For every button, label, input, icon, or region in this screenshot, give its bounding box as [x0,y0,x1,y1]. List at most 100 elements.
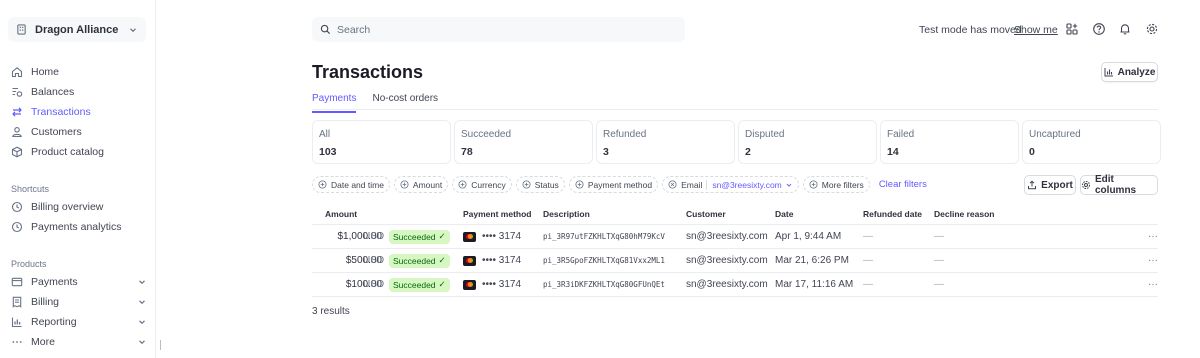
gear-icon[interactable] [1145,22,1159,36]
history-icon [11,221,23,233]
analyze-button[interactable]: Analyze [1101,62,1158,82]
product-label: More [31,336,55,348]
filter-label: Currency [471,179,506,190]
filter-status[interactable]: Status [515,176,565,193]
payment-description: pi_3R3iDKFZKHLTXqG80GFUnQEt [543,280,665,289]
tabs-divider [312,109,1158,110]
product-more[interactable]: More [11,332,147,352]
customer-email[interactable]: sn@3reesixty.com [686,255,768,266]
column-header-payment-method[interactable]: Payment method [463,209,532,219]
column-header-date[interactable]: Date [775,209,793,219]
customers-icon [11,126,23,138]
status-card-disputed[interactable]: Disputed 2 [738,120,877,164]
table-row[interactable]: $100.00 USD Succeeded ✓ •••• 3174 pi_3R3i… [312,273,1158,297]
column-header-amount[interactable]: Amount [325,209,357,219]
shortcut-billing-overview[interactable]: Billing overview [11,197,147,217]
mastercard-icon [463,231,476,242]
filter-amount[interactable]: Amount [393,176,449,193]
status-card-count: 2 [745,146,751,158]
product-payments[interactable]: Payments [11,272,147,292]
column-header-description[interactable]: Description [543,209,590,219]
search-bar[interactable] [312,17,685,42]
tab-payments[interactable]: Payments [312,93,357,113]
checkmark-icon: ✓ [438,255,446,265]
payment-date: Mar 21, 6:26 PM [775,255,849,266]
status-card-uncaptured[interactable]: Uncaptured 0 [1022,120,1161,164]
decline-reason: — [934,255,944,266]
column-header-decline-reason[interactable]: Decline reason [934,209,994,219]
card-last4: •••• 3174 [482,231,522,242]
sidebar: Dragon Alliance Home Balances Transactio… [0,0,156,358]
nav-item-balances[interactable]: Balances [11,82,147,102]
customer-email[interactable]: sn@3reesixty.com [686,279,768,290]
nav-item-transactions[interactable]: Transactions [11,102,147,122]
mastercard-icon [463,255,476,266]
nav-item-customers[interactable]: Customers [11,122,147,142]
help-icon[interactable] [1092,22,1106,36]
nav-item-label: Balances [31,86,75,98]
analyze-label: Analyze [1117,66,1156,78]
nav-item-product-catalog[interactable]: Product catalog [11,142,147,162]
row-actions-icon[interactable]: ··· [1148,255,1158,266]
account-switcher[interactable]: Dragon Alliance [8,17,146,42]
more-icon [11,336,23,348]
status-cards: All 103 Succeeded 78 Refunded 3 Disputed 2 F… [312,120,1161,164]
apps-icon[interactable] [1065,22,1079,36]
customer-email[interactable]: sn@3reesixty.com [686,231,768,242]
column-header-customer[interactable]: Customer [686,209,726,219]
edit-columns-button[interactable]: Edit columns [1080,174,1158,196]
shortcuts-heading: Shortcuts [11,184,50,194]
product-billing[interactable]: Billing [11,292,147,312]
mastercard-icon [463,279,476,290]
plus-circle-icon [575,180,584,189]
status-badge-label: Succeeded [393,255,436,266]
filter-email[interactable]: Email sn@3reesixty.com [662,176,799,193]
status-card-failed[interactable]: Failed 14 [880,120,1019,164]
status-card-label: Uncaptured [1029,129,1081,140]
table-row[interactable]: $1,000.00 USD Succeeded ✓ •••• 3174 pi_3R… [312,225,1158,249]
product-reporting[interactable]: Reporting [11,312,147,332]
status-card-label: Refunded [603,129,647,140]
row-actions-icon[interactable]: ··· [1148,231,1158,242]
status-card-succeeded[interactable]: Succeeded 78 [454,120,593,164]
refunded-date: — [863,231,873,242]
shortcut-label: Billing overview [31,201,104,213]
bell-icon[interactable] [1118,22,1132,36]
balances-icon [11,86,23,98]
status-card-all[interactable]: All 103 [312,120,451,164]
building-icon [16,24,27,35]
status-card-refunded[interactable]: Refunded 3 [596,120,735,164]
filter-more-filters[interactable]: More filters [802,176,870,193]
payment-method: •••• 3174 [463,255,521,266]
status-card-count: 14 [887,146,899,158]
filter-date-and-time[interactable]: Date and time [312,176,390,193]
tab-no-cost-orders[interactable]: No-cost orders [372,93,438,113]
filter-label: Date and time [331,179,384,190]
currency-code: USD [363,231,385,242]
column-header-refunded-date[interactable]: Refunded date [863,209,922,219]
search-input[interactable] [337,23,657,36]
currency-code: USD [363,279,385,290]
transactions-table: Amount Payment method Description Custom… [312,204,1158,297]
status-badge-label: Succeeded [393,231,436,242]
clear-filters-link[interactable]: Clear filters [879,179,927,190]
remove-circle-icon[interactable] [668,180,677,189]
filter-label: Payment method [587,179,653,190]
filter-payment-method[interactable]: Payment method [568,176,659,193]
table-row[interactable]: $500.00 USD Succeeded ✓ •••• 3174 pi_3R5G… [312,249,1158,273]
filter-currency[interactable]: Currency [452,176,512,193]
plus-circle-icon [458,180,467,189]
shortcut-payments-analytics[interactable]: Payments analytics [11,217,147,237]
chevron-down-icon [137,317,147,327]
row-actions-icon[interactable]: ··· [1148,279,1158,290]
show-me-link[interactable]: Show me [1014,24,1058,36]
shortcut-label: Payments analytics [31,221,122,233]
nav-item-home[interactable]: Home [11,62,147,82]
checkmark-icon: ✓ [438,279,446,289]
currency-code: USD [363,255,385,266]
export-button[interactable]: Export [1024,175,1076,195]
nav-item-label: Transactions [31,106,91,118]
status-badge: Succeeded ✓ [389,253,450,268]
products-heading: Products [11,259,47,269]
chevron-down-icon [137,277,147,287]
